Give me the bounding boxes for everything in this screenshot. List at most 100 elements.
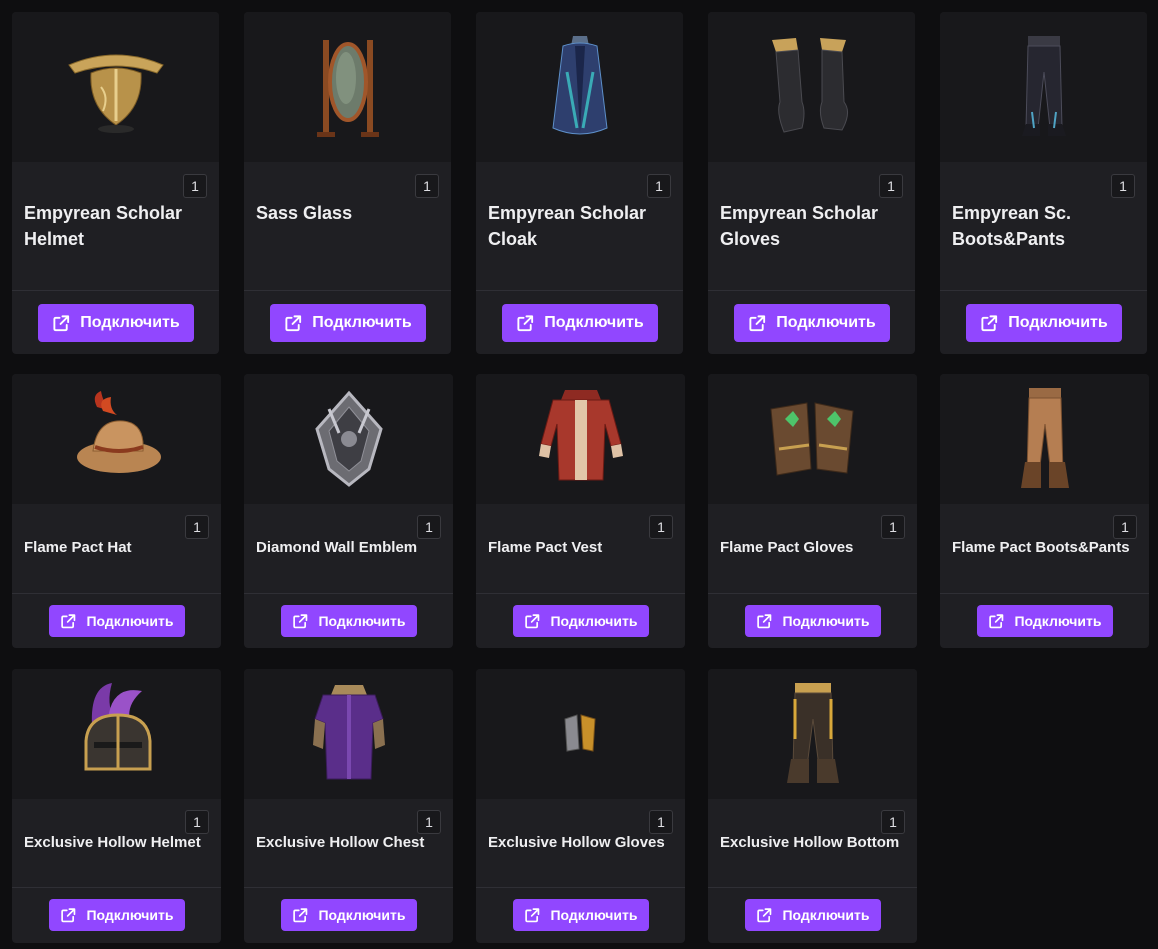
quantity-badge: 1 — [881, 810, 905, 834]
item-card: 1 Diamond Wall Emblem Подключить — [244, 374, 453, 648]
external-link-icon — [52, 314, 80, 333]
item-title: Flame Pact Gloves — [720, 539, 854, 556]
card-divider — [940, 290, 1147, 291]
item-image — [476, 12, 683, 162]
quantity-badge: 1 — [649, 515, 673, 539]
external-link-icon — [748, 314, 776, 333]
item-image — [940, 374, 1149, 504]
quantity-badge: 1 — [1111, 174, 1135, 198]
item-image — [940, 12, 1147, 162]
external-link-icon — [524, 613, 550, 630]
item-card: 1 Flame Pact Hat Подключить — [12, 374, 221, 648]
connect-button[interactable]: Подключить — [745, 605, 881, 637]
card-divider — [12, 593, 221, 594]
quantity-badge: 1 — [415, 174, 439, 198]
connect-button-label: Подключить — [86, 907, 174, 923]
item-card: 1 Flame Pact Gloves Подключить — [708, 374, 917, 648]
connect-button[interactable]: Подключить — [270, 304, 426, 342]
external-link-icon — [292, 907, 318, 924]
dark-pants-icon — [1014, 32, 1074, 142]
quantity-badge: 1 — [881, 515, 905, 539]
card-divider — [476, 593, 685, 594]
plumed-helmet-icon — [72, 679, 162, 789]
item-card: 1 Sass Glass Подключить — [244, 12, 451, 354]
card-divider — [708, 593, 917, 594]
external-link-icon — [524, 907, 550, 924]
blue-cloak-icon — [545, 32, 615, 142]
external-link-icon — [980, 314, 1008, 333]
connect-button-label: Подключить — [776, 314, 876, 331]
tan-pants-icon — [1015, 384, 1075, 494]
small-gloves-icon — [561, 709, 601, 759]
red-vest-icon — [531, 384, 631, 494]
connect-button[interactable]: Подключить — [745, 899, 881, 931]
item-image — [708, 669, 917, 799]
item-title: Sass Glass — [256, 203, 353, 223]
external-link-icon — [988, 613, 1014, 630]
card-divider — [708, 290, 915, 291]
item-image — [244, 12, 451, 162]
connect-button-label: Подключить — [312, 314, 412, 331]
item-title: Empyrean Sc. Boots&Pants — [952, 203, 1072, 249]
item-title: Exclusive Hollow Helmet — [24, 834, 201, 851]
item-card: 1 Empyrean Scholar Helmet Подключить — [12, 12, 219, 354]
connect-button[interactable]: Подключить — [38, 304, 194, 342]
card-divider — [244, 290, 451, 291]
item-title: Exclusive Hollow Gloves — [488, 834, 665, 851]
item-image — [12, 12, 219, 162]
card-divider — [476, 290, 683, 291]
connect-button-label: Подключить — [782, 613, 870, 629]
card-divider — [940, 593, 1149, 594]
connect-button-label: Подключить — [1014, 613, 1102, 629]
card-divider — [708, 887, 917, 888]
feathered-hat-icon — [67, 389, 167, 489]
connect-button[interactable]: Подключить — [281, 605, 417, 637]
item-card: 1 Empyrean Sc. Boots&Pants Подключить — [940, 12, 1147, 354]
external-link-icon — [756, 613, 782, 630]
external-link-icon — [756, 907, 782, 924]
connect-button[interactable]: Подключить — [734, 304, 890, 342]
connect-button[interactable]: Подключить — [502, 304, 658, 342]
item-image — [12, 669, 221, 799]
standing-mirror-icon — [313, 32, 383, 142]
connect-button[interactable]: Подключить — [281, 899, 417, 931]
item-title: Flame Pact Vest — [488, 539, 603, 556]
item-image — [476, 374, 685, 504]
item-card: 1 Exclusive Hollow Gloves Подключить — [476, 669, 685, 943]
quantity-badge: 1 — [649, 810, 673, 834]
connect-button-label: Подключить — [318, 907, 406, 923]
quantity-badge: 1 — [185, 810, 209, 834]
external-link-icon — [292, 613, 318, 630]
item-title: Flame Pact Boots&Pants — [952, 539, 1130, 556]
item-card: 1 Flame Pact Boots&Pants Подключить — [940, 374, 1149, 648]
connect-button[interactable]: Подключить — [966, 304, 1122, 342]
card-divider — [12, 290, 219, 291]
item-card: 1 Exclusive Hollow Chest Подключить — [244, 669, 453, 943]
dark-trousers-icon — [783, 679, 843, 789]
item-image — [476, 669, 685, 799]
connect-button[interactable]: Подключить — [977, 605, 1113, 637]
item-image — [708, 12, 915, 162]
item-title: Diamond Wall Emblem — [256, 539, 418, 556]
item-image — [244, 669, 453, 799]
connect-button[interactable]: Подключить — [513, 899, 649, 931]
connect-button[interactable]: Подключить — [513, 605, 649, 637]
connect-button-label: Подключить — [86, 613, 174, 629]
external-link-icon — [284, 314, 312, 333]
silver-emblem-icon — [309, 389, 389, 489]
external-link-icon — [60, 907, 86, 924]
connect-button[interactable]: Подключить — [49, 899, 185, 931]
item-title: Empyrean Scholar Gloves — [720, 203, 879, 249]
item-card: 1 Exclusive Hollow Helmet Подключить — [12, 669, 221, 943]
quantity-badge: 1 — [1113, 515, 1137, 539]
connect-button-label: Подключить — [550, 907, 638, 923]
item-image — [708, 374, 917, 504]
item-image — [12, 374, 221, 504]
black-gloves-icon — [762, 32, 862, 142]
connect-button[interactable]: Подключить — [49, 605, 185, 637]
quantity-badge: 1 — [183, 174, 207, 198]
external-link-icon — [516, 314, 544, 333]
quantity-badge: 1 — [879, 174, 903, 198]
item-title: Empyrean Scholar Cloak — [488, 203, 647, 249]
quantity-badge: 1 — [417, 515, 441, 539]
